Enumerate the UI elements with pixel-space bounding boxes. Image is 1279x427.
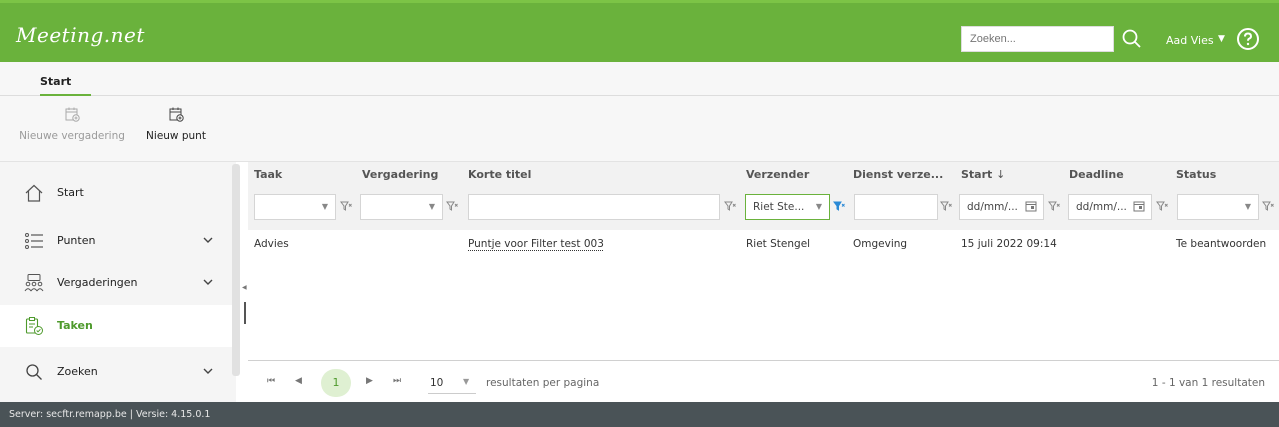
filter-vergadering-select[interactable]: ▼ — [360, 194, 443, 220]
server-version-text: Server: secftr.remapp.be | Versie: 4.15.… — [9, 409, 211, 420]
sidebar-item-taken[interactable]: Taken — [0, 305, 232, 347]
pager: ⏮ ◀ 1 ▶ ⏭ 10 ▼ resultaten per pagina 1 -… — [248, 360, 1279, 402]
results-info: 1 - 1 van 1 resultaten — [1151, 377, 1265, 389]
cell-dienst: Omgeving — [853, 238, 908, 250]
search-icon — [26, 364, 42, 380]
calendar-icon[interactable] — [1025, 200, 1037, 212]
clipboard-check-icon — [25, 317, 43, 335]
clear-filter-icon[interactable] — [940, 200, 952, 212]
cell-start: 15 juli 2022 09:14 — [961, 238, 1057, 250]
dropdown-caret-icon: ▼ — [463, 377, 470, 386]
clear-filter-icon[interactable] — [340, 200, 352, 212]
table-row[interactable]: Advies Puntje voor Filter test 003 Riet … — [248, 230, 1279, 258]
clear-filter-icon[interactable] — [446, 200, 458, 212]
task-grid: Taak Vergadering Korte titel Verzender D… — [248, 162, 1279, 402]
column-header-verzender[interactable]: Verzender — [746, 168, 809, 181]
sidebar-item-vergaderingen[interactable]: Vergaderingen — [0, 262, 232, 304]
clear-filter-icon[interactable] — [724, 200, 736, 212]
filter-taak-select[interactable]: ▼ — [254, 194, 336, 220]
dropdown-caret-icon: ▼ — [428, 202, 435, 211]
calendar-icon[interactable] — [1133, 200, 1145, 212]
column-header-korte-titel[interactable]: Korte titel — [468, 168, 531, 181]
ribbon-toolbar: Nieuwe vergadering Nieuw punt — [0, 96, 1279, 162]
chevron-down-icon[interactable] — [203, 236, 213, 244]
last-page-icon[interactable]: ⏭ — [393, 376, 401, 386]
home-icon — [25, 184, 43, 202]
new-meeting-label: Nieuwe vergadering — [19, 130, 125, 142]
first-page-icon[interactable]: ⏮ — [267, 376, 275, 386]
clear-filter-icon[interactable] — [1156, 200, 1168, 212]
sidebar-item-label: Taken — [57, 319, 93, 332]
clear-filter-icon[interactable] — [1048, 200, 1060, 212]
filter-dienst-input[interactable] — [854, 194, 938, 220]
top-bar: Meeting.net Aad Vies ▼ — [0, 0, 1279, 62]
sort-desc-icon: ↓ — [996, 168, 1006, 181]
new-item-label: Nieuw punt — [146, 130, 206, 142]
filter-verzender-select[interactable]: Riet Ste... ▼ — [745, 194, 830, 220]
chevron-down-icon[interactable] — [203, 278, 213, 286]
column-header-start[interactable]: Start ↓ — [961, 168, 1005, 181]
tab-start[interactable]: Start — [40, 75, 71, 88]
page-size-label: resultaten per pagina — [486, 377, 600, 389]
prev-page-icon[interactable]: ◀ — [295, 376, 302, 386]
clear-filter-active-icon[interactable] — [833, 200, 845, 212]
filter-start-placeholder: dd/mm/... — [967, 201, 1018, 213]
sidebar-item-label: Vergaderingen — [57, 276, 138, 289]
grid-header: Taak Vergadering Korte titel Verzender D… — [248, 162, 1279, 230]
filter-deadline-date[interactable]: dd/mm/... — [1068, 194, 1152, 220]
new-meeting-button[interactable]: Nieuwe vergadering — [14, 106, 130, 142]
column-header-vergadering[interactable]: Vergadering — [362, 168, 438, 181]
collapse-arrow-icon[interactable]: ◀ — [242, 284, 247, 291]
next-page-icon[interactable]: ▶ — [366, 376, 373, 386]
calendar-add-icon — [65, 107, 80, 122]
sidebar-item-label: Zoeken — [57, 365, 98, 378]
column-header-start-label: Start — [961, 168, 993, 181]
column-header-taak[interactable]: Taak — [254, 168, 282, 181]
cell-verzender: Riet Stengel — [746, 238, 811, 250]
people-icon — [24, 274, 44, 292]
chevron-down-icon[interactable] — [203, 367, 213, 375]
filter-korte-titel-input[interactable] — [468, 194, 720, 220]
splitter-handle[interactable] — [244, 302, 246, 324]
column-header-status[interactable]: Status — [1176, 168, 1216, 181]
user-menu[interactable]: Aad Vies — [1166, 34, 1214, 47]
help-icon — [1237, 28, 1259, 50]
filter-status-select[interactable]: ▼ — [1177, 194, 1259, 220]
help-button[interactable] — [1236, 27, 1260, 51]
clear-filter-icon[interactable] — [1262, 200, 1274, 212]
search-button[interactable] — [1118, 25, 1146, 53]
filter-start-date[interactable]: dd/mm/... — [959, 194, 1044, 220]
cell-taak: Advies — [254, 238, 289, 250]
page-size-value: 10 — [430, 377, 444, 389]
dropdown-caret-icon: ▼ — [321, 202, 328, 211]
search-icon — [1122, 29, 1141, 48]
status-footer: Server: secftr.remapp.be | Versie: 4.15.… — [0, 402, 1279, 427]
calendar-add-icon — [169, 107, 184, 122]
sidebar-scrollbar[interactable] — [232, 164, 240, 376]
sidebar-item-start[interactable]: Start — [0, 172, 232, 214]
new-item-button[interactable]: Nieuw punt — [144, 106, 208, 142]
search-input[interactable] — [961, 26, 1114, 52]
list-icon — [25, 233, 43, 249]
filter-verzender-value: Riet Ste... — [753, 201, 805, 213]
app-logo[interactable]: Meeting.net — [16, 23, 145, 47]
cell-status: Te beantwoorden — [1176, 238, 1267, 250]
sidebar: Start Punten Vergaderingen Taken Zoeken — [0, 162, 236, 402]
page-number-current[interactable]: 1 — [321, 369, 351, 397]
ribbon-tabs: Start — [0, 62, 1279, 96]
sidebar-item-label: Punten — [57, 234, 96, 247]
sidebar-item-punten[interactable]: Punten — [0, 220, 232, 262]
sidebar-item-zoeken[interactable]: Zoeken — [0, 351, 232, 393]
user-menu-caret-icon[interactable]: ▼ — [1218, 34, 1225, 44]
sidebar-item-label: Start — [57, 186, 84, 199]
cell-korte-titel-link[interactable]: Puntje voor Filter test 003 — [468, 238, 604, 250]
page-size-select[interactable]: 10 ▼ — [428, 374, 476, 394]
column-header-dienst[interactable]: Dienst verze... — [853, 168, 943, 181]
filter-deadline-placeholder: dd/mm/... — [1076, 201, 1127, 213]
dropdown-caret-icon: ▼ — [815, 202, 822, 211]
column-header-deadline[interactable]: Deadline — [1069, 168, 1124, 181]
dropdown-caret-icon: ▼ — [1244, 202, 1251, 211]
